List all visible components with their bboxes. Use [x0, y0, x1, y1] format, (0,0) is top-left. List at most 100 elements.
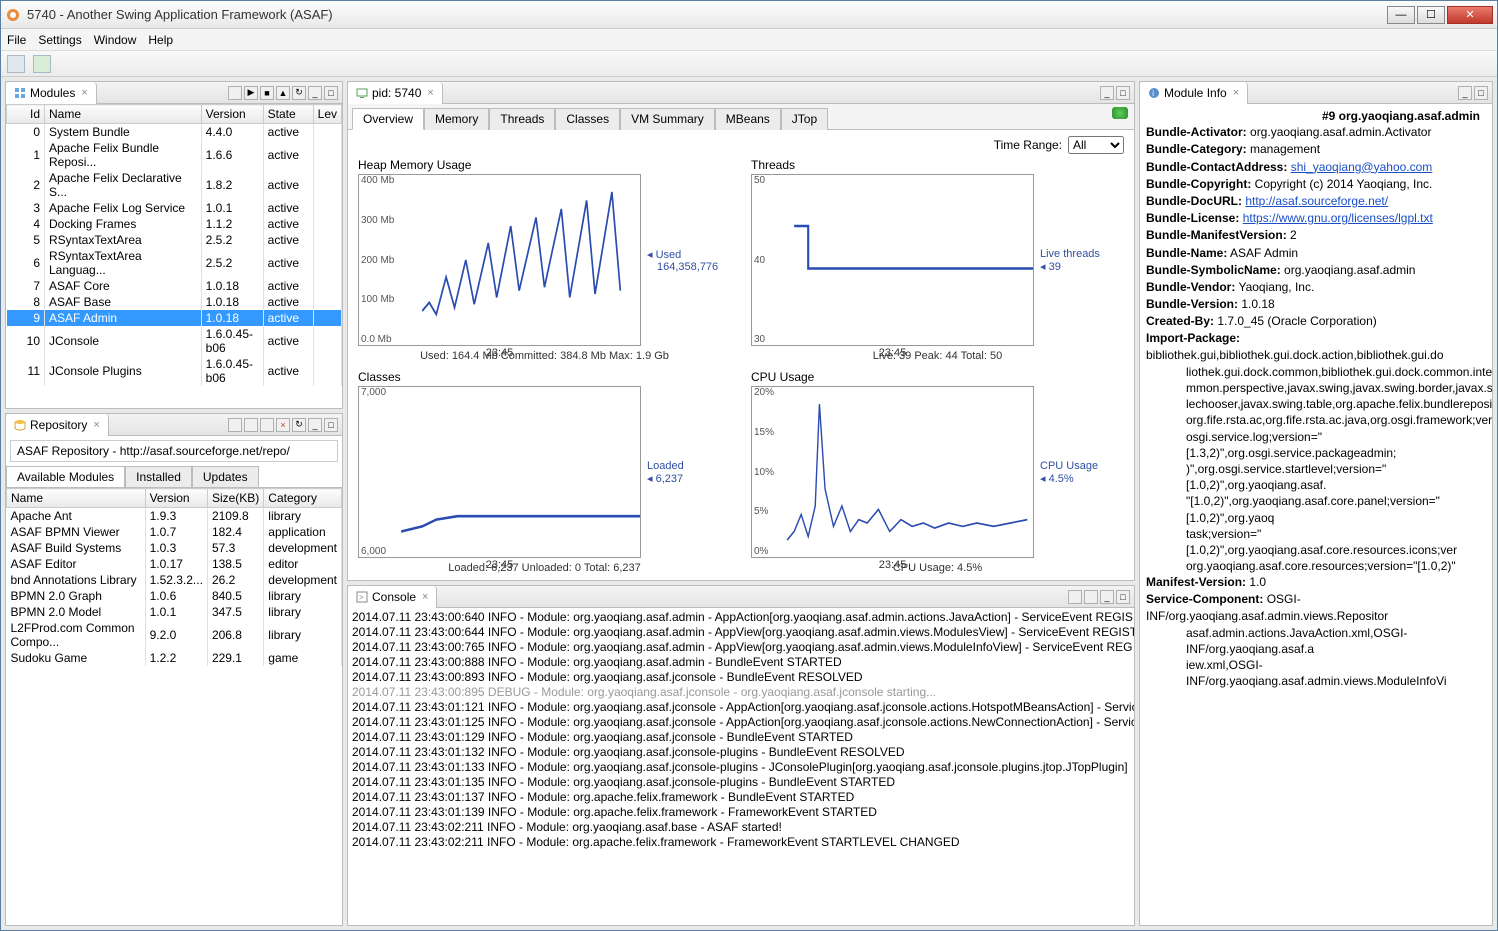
- subtab-updates[interactable]: Updates: [192, 466, 259, 487]
- pidtab-threads[interactable]: Threads: [489, 108, 555, 130]
- maximize-button[interactable]: ☐: [1417, 6, 1445, 24]
- tab-repository[interactable]: Repository ×: [6, 414, 109, 436]
- pid-tool-min[interactable]: _: [1100, 86, 1114, 100]
- table-row[interactable]: ASAF BPMN Viewer1.0.7182.4application: [7, 524, 342, 540]
- menu-file[interactable]: File: [7, 33, 26, 47]
- col-state[interactable]: State: [263, 105, 313, 124]
- table-row[interactable]: 7ASAF Core1.0.18active: [7, 278, 342, 294]
- col-lev[interactable]: Lev: [313, 105, 341, 124]
- pid-tool-max[interactable]: □: [1116, 86, 1130, 100]
- close-icon[interactable]: ×: [1233, 87, 1239, 99]
- table-row[interactable]: 11JConsole Plugins1.6.0.45-b06active: [7, 356, 342, 386]
- rcol-size[interactable]: Size(KB): [207, 489, 263, 508]
- table-row[interactable]: BPMN 2.0 Graph1.0.6840.5library: [7, 588, 342, 604]
- toolbar-button-2[interactable]: [33, 55, 51, 73]
- console-tool-1[interactable]: [1068, 590, 1082, 604]
- table-row[interactable]: 1Apache Felix Bundle Reposi...1.6.6activ…: [7, 140, 342, 170]
- console-tool-2[interactable]: [1084, 590, 1098, 604]
- table-row[interactable]: 2Apache Felix Declarative S...1.8.2activ…: [7, 170, 342, 200]
- subtab-installed[interactable]: Installed: [125, 466, 192, 487]
- close-button[interactable]: ✕: [1447, 6, 1493, 24]
- close-icon[interactable]: ×: [422, 591, 428, 603]
- table-row[interactable]: 3Apache Felix Log Service1.0.1active: [7, 200, 342, 216]
- cpu-chart[interactable]: 20%15%10%5%0% 23:45: [751, 386, 1034, 558]
- module-info-body[interactable]: #9 org.yaoqiang.asaf.admin Bundle-Activa…: [1140, 104, 1492, 925]
- modules-table[interactable]: Id Name Version State Lev 0System Bundle…: [6, 104, 342, 408]
- contact-link[interactable]: shi_yaoqiang@yahoo.com: [1291, 160, 1433, 174]
- table-row[interactable]: ASAF Build Systems1.0.357.3development: [7, 540, 342, 556]
- pidtab-jtop[interactable]: JTop: [781, 108, 828, 130]
- table-row[interactable]: 8ASAF Base1.0.18active: [7, 294, 342, 310]
- console-line: 2014.07.11 23:43:01:135 INFO - Module: o…: [352, 775, 1130, 790]
- table-row[interactable]: 6RSyntaxTextArea Languag...2.5.2active: [7, 248, 342, 278]
- console-tool-min[interactable]: _: [1100, 590, 1114, 604]
- console-line: 2014.07.11 23:43:02:211 INFO - Module: o…: [352, 835, 1130, 850]
- table-row[interactable]: 5RSyntaxTextArea2.5.2active: [7, 232, 342, 248]
- rcol-category[interactable]: Category: [264, 489, 342, 508]
- modules-tool-up[interactable]: ▲: [276, 86, 290, 100]
- tab-modules[interactable]: Modules ×: [6, 82, 97, 104]
- repo-tool-max[interactable]: □: [324, 418, 338, 432]
- modules-tool-1[interactable]: [228, 86, 242, 100]
- table-row[interactable]: 9ASAF Admin1.0.18active: [7, 310, 342, 326]
- tab-repository-label: Repository: [30, 418, 87, 432]
- console-output[interactable]: 2014.07.11 23:43:00:640 INFO - Module: o…: [348, 608, 1134, 925]
- subtab-available[interactable]: Available Modules: [6, 466, 125, 487]
- menu-window[interactable]: Window: [94, 33, 137, 47]
- table-row[interactable]: ASAF Editor1.0.17138.5editor: [7, 556, 342, 572]
- col-id[interactable]: Id: [7, 105, 45, 124]
- table-row[interactable]: L2FProd.com Common Compo...9.2.0206.8lib…: [7, 620, 342, 650]
- rcol-version[interactable]: Version: [145, 489, 207, 508]
- heap-chart[interactable]: 400 Mb300 Mb200 Mb100 Mb0.0 Mb 23:45: [358, 174, 641, 346]
- pidtab-classes[interactable]: Classes: [555, 108, 620, 130]
- threads-chart[interactable]: 504030 23:45: [751, 174, 1034, 346]
- classes-chart[interactable]: 7,0006,000 23:45: [358, 386, 641, 558]
- rcol-name[interactable]: Name: [7, 489, 146, 508]
- license-link[interactable]: https://www.gnu.org/licenses/lgpl.txt: [1243, 211, 1433, 225]
- pidtab-overview[interactable]: Overview: [352, 108, 424, 130]
- repo-url-field[interactable]: ASAF Repository - http://asaf.sourceforg…: [10, 440, 338, 462]
- col-version[interactable]: Version: [201, 105, 263, 124]
- table-row[interactable]: Apache Ant1.9.32109.8library: [7, 508, 342, 525]
- repo-tool-1[interactable]: [228, 418, 242, 432]
- monitor-icon: [356, 87, 368, 99]
- console-line: 2014.07.11 23:43:01:121 INFO - Module: o…: [352, 700, 1130, 715]
- table-row[interactable]: BPMN 2.0 Model1.0.1347.5library: [7, 604, 342, 620]
- close-icon[interactable]: ×: [81, 87, 87, 99]
- minimize-button[interactable]: —: [1387, 6, 1415, 24]
- tab-module-info[interactable]: i Module Info ×: [1140, 82, 1248, 104]
- toolbar-button-1[interactable]: [7, 55, 25, 73]
- pidtab-vm[interactable]: VM Summary: [620, 108, 715, 130]
- modules-tool-play[interactable]: ▶: [244, 86, 258, 100]
- repo-tool-min[interactable]: _: [308, 418, 322, 432]
- repo-table[interactable]: Name Version Size(KB) Category Apache An…: [6, 488, 342, 925]
- pidtab-mbeans[interactable]: MBeans: [715, 108, 781, 130]
- table-row[interactable]: 0System Bundle4.4.0active: [7, 124, 342, 141]
- console-tool-max[interactable]: □: [1116, 590, 1130, 604]
- repo-tool-del[interactable]: ×: [276, 418, 290, 432]
- timerange-select[interactable]: All: [1068, 136, 1124, 154]
- menu-settings[interactable]: Settings: [38, 33, 81, 47]
- close-icon[interactable]: ×: [427, 87, 433, 99]
- docurl-link[interactable]: http://asaf.sourceforge.net/: [1245, 194, 1388, 208]
- modules-tool-stop[interactable]: ■: [260, 86, 274, 100]
- info-tool-min[interactable]: _: [1458, 86, 1472, 100]
- repo-tool-refresh[interactable]: ↻: [292, 418, 306, 432]
- repo-tool-2[interactable]: [244, 418, 258, 432]
- col-name[interactable]: Name: [45, 105, 202, 124]
- close-icon[interactable]: ×: [93, 419, 99, 431]
- table-row[interactable]: Sudoku Game1.2.2229.1game: [7, 650, 342, 666]
- tab-console[interactable]: > Console ×: [348, 586, 437, 608]
- menu-help[interactable]: Help: [148, 33, 173, 47]
- repo-tool-3[interactable]: [260, 418, 274, 432]
- info-tool-max[interactable]: □: [1474, 86, 1488, 100]
- modules-tool-min[interactable]: _: [308, 86, 322, 100]
- tab-modules-label: Modules: [30, 86, 75, 100]
- modules-tool-max[interactable]: □: [324, 86, 338, 100]
- table-row[interactable]: bnd Annotations Library1.52.3.2...26.2de…: [7, 572, 342, 588]
- modules-tool-refresh[interactable]: ↻: [292, 86, 306, 100]
- table-row[interactable]: 4Docking Frames1.1.2active: [7, 216, 342, 232]
- table-row[interactable]: 10JConsole1.6.0.45-b06active: [7, 326, 342, 356]
- pidtab-memory[interactable]: Memory: [424, 108, 489, 130]
- tab-pid[interactable]: pid: 5740 ×: [348, 82, 443, 104]
